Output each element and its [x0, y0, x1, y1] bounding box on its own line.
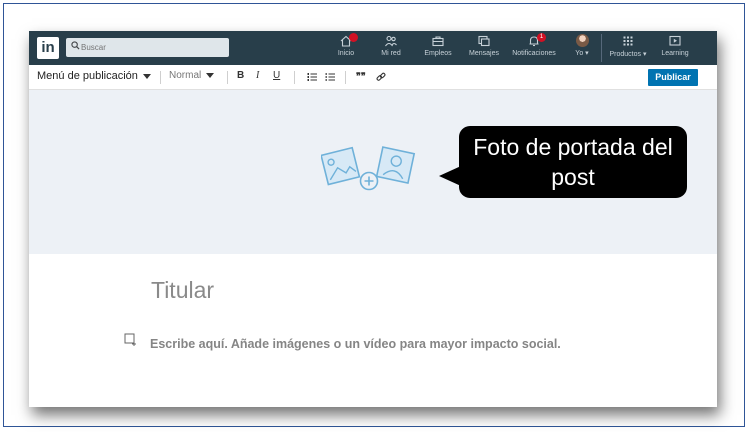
publishing-menu-dropdown[interactable]: Menú de publicación — [37, 70, 151, 82]
nav-item-label: Yo — [575, 50, 584, 57]
nav-item-label: Mensajes — [469, 50, 499, 57]
toolbar-divider — [345, 71, 346, 84]
nav-item-label: Mi red — [381, 50, 401, 57]
nav-item-mensajes[interactable]: Mensajes — [467, 34, 501, 64]
home-badge — [349, 33, 358, 42]
bulleted-list-icon[interactable] — [325, 72, 335, 82]
nav-item-label: Productos — [609, 51, 642, 58]
link-icon[interactable] — [376, 72, 386, 82]
grid-icon — [623, 36, 633, 46]
toolbar-divider — [160, 71, 161, 84]
text-style-label: Normal — [169, 70, 202, 81]
top-navigation-bar: in Inicio — [29, 31, 717, 65]
nav-item-productos[interactable]: Productos ▾ — [605, 34, 651, 64]
avatar — [575, 34, 589, 47]
play-icon — [669, 35, 681, 46]
cover-photo-callout: Foto de portada del post — [439, 126, 687, 198]
chevron-down-icon — [142, 73, 151, 79]
screenshot-frame: in Inicio — [3, 3, 745, 427]
add-cover-photo-icon[interactable] — [321, 145, 417, 195]
callout-text: Foto de portada del post — [473, 134, 673, 190]
cover-photo-area[interactable]: Foto de portada del post — [29, 90, 717, 254]
toolbar-divider — [294, 71, 295, 84]
italic-button[interactable]: I — [256, 70, 259, 81]
linkedin-article-editor: in Inicio — [29, 31, 717, 407]
bold-button[interactable]: B — [237, 70, 244, 81]
nav-item-label-productos: Productos ▾ — [609, 51, 647, 58]
quote-button[interactable]: ❞❞ — [356, 71, 366, 82]
nav-item-notificaciones[interactable]: 1 Notificaciones — [508, 33, 560, 64]
chevron-down-icon — [206, 72, 215, 78]
callout-pointer — [439, 166, 461, 186]
nav-item-empleos[interactable]: Empleos — [422, 34, 454, 64]
nav-item-label: Learning — [661, 50, 689, 57]
article-body-input[interactable]: Escribe aquí. Añade imágenes o un vídeo … — [150, 334, 590, 355]
publishing-menu-label: Menú de publicación — [37, 70, 138, 82]
nav-item-learning[interactable]: Learning — [657, 34, 693, 64]
notifications-badge: 1 — [537, 33, 546, 42]
search-icon — [71, 41, 80, 50]
publish-button[interactable]: Publicar — [648, 69, 698, 86]
linkedin-logo[interactable]: in — [37, 37, 59, 59]
search-input[interactable] — [81, 39, 221, 55]
add-media-icon[interactable] — [124, 333, 138, 346]
search-box[interactable] — [66, 38, 229, 57]
nav-item-label: Notificaciones — [512, 50, 556, 57]
nav-item-mi-red[interactable]: Mi red — [378, 34, 404, 64]
nav-item-label: Inicio — [337, 50, 355, 57]
headline-input[interactable]: Titular — [151, 277, 214, 304]
editor-toolbar: Menú de publicación Normal B I U ❞❞ Publ… — [29, 65, 717, 90]
nav-item-inicio[interactable]: Inicio — [334, 33, 358, 64]
underline-button[interactable]: U — [273, 70, 280, 81]
numbered-list-icon[interactable] — [307, 72, 317, 82]
briefcase-icon — [432, 36, 444, 47]
text-style-dropdown[interactable]: Normal — [169, 70, 215, 81]
toolbar-divider — [227, 71, 228, 84]
nav-item-label-yo: Yo ▾ — [575, 50, 589, 57]
nav-divider — [601, 34, 602, 62]
nav-item-label: Empleos — [424, 50, 452, 57]
nav-item-yo[interactable]: Yo ▾ — [569, 34, 595, 64]
network-icon — [385, 35, 397, 47]
messages-icon — [478, 35, 490, 47]
